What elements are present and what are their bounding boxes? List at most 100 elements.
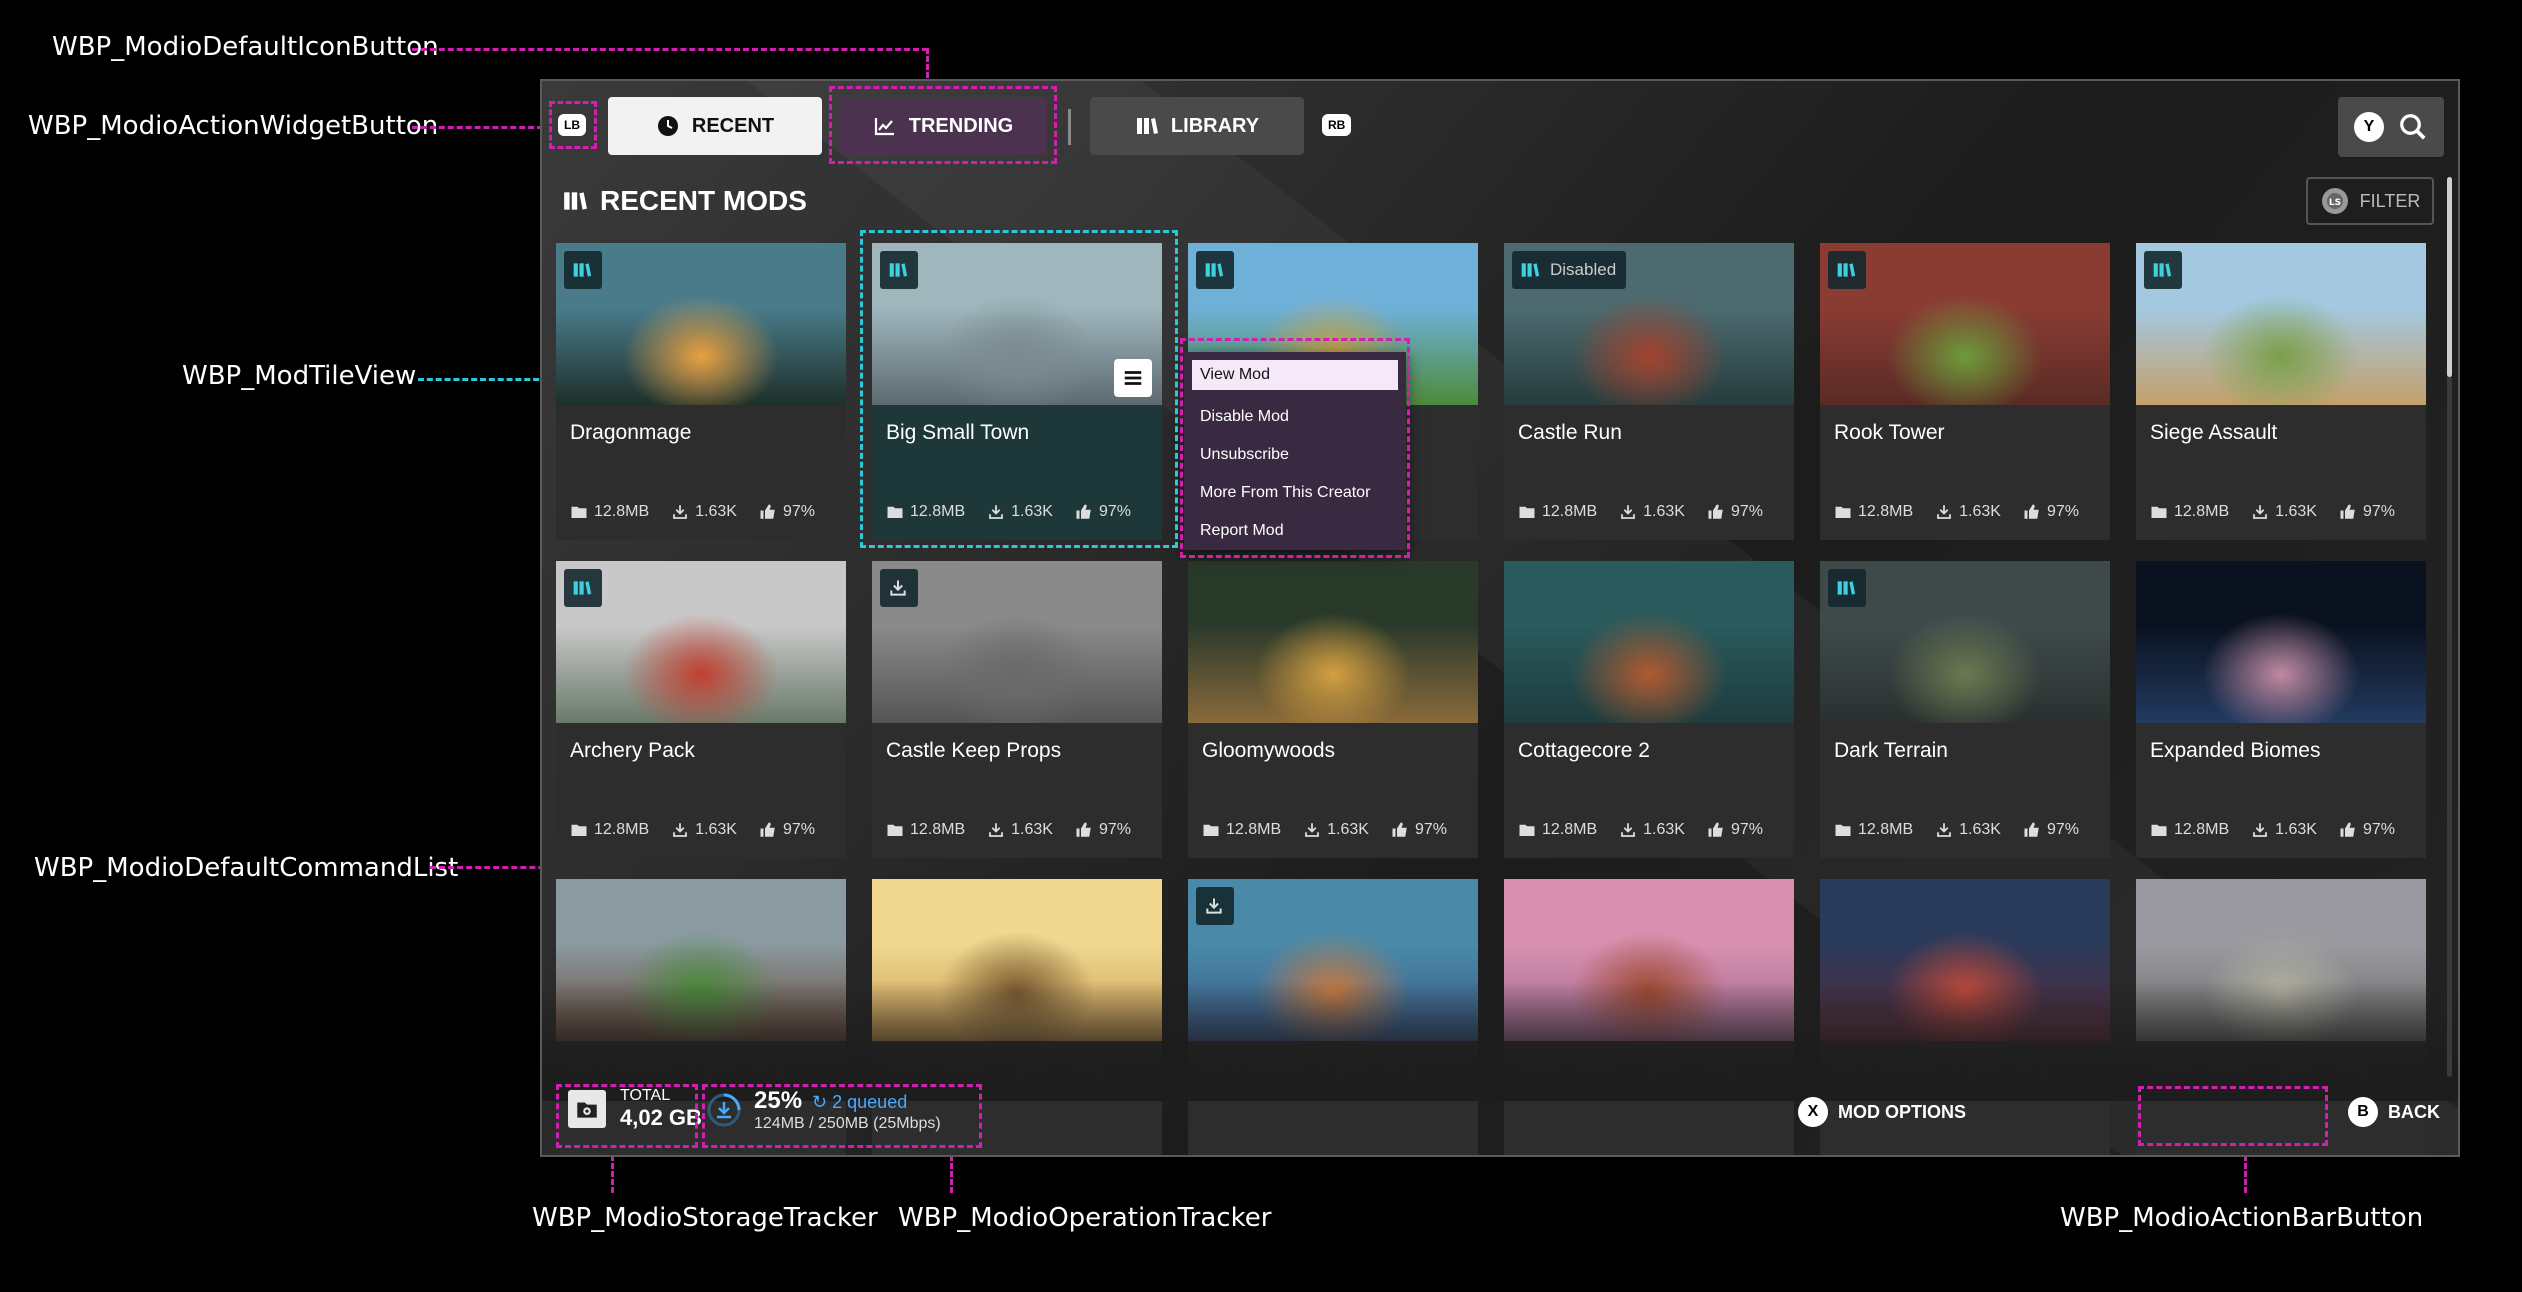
library-badge — [564, 251, 602, 289]
mod-tile[interactable]: Siege Assault 12.8MB 1.63K 97% — [2136, 243, 2426, 540]
mod-tile[interactable]: Disabled Castle Run 12.8MB 1.63K 97% — [1504, 243, 1794, 540]
thumbs-up-icon — [1708, 822, 1723, 837]
storage-label: TOTAL — [620, 1087, 671, 1104]
search-icon — [2400, 114, 2426, 140]
clock-icon — [657, 116, 678, 136]
mod-tile[interactable]: Expanded Biomes 12.8MB 1.63K 97% — [2136, 561, 2426, 858]
anno-command-list: WBP_ModioDefaultCommandList — [34, 853, 459, 883]
back-button[interactable]: B BACK — [2348, 1097, 2440, 1127]
thumbs-up-icon — [2340, 822, 2355, 837]
scrollbar[interactable] — [2447, 177, 2452, 1077]
mod-tile[interactable]: Castle Keep Props 12.8MB 1.63K 97% — [872, 561, 1162, 858]
mod-size-value: 12.8MB — [1542, 821, 1598, 838]
library-badge — [1828, 251, 1866, 289]
ctx-report-mod[interactable]: Report Mod — [1192, 512, 1398, 550]
download-icon — [2253, 505, 2268, 519]
mod-downloads-value: 1.63K — [695, 503, 737, 520]
mod-tile[interactable]: Rook Tower 12.8MB 1.63K 97% — [1820, 243, 2110, 540]
mod-options-button[interactable]: X MOD OPTIONS — [1798, 1097, 1966, 1127]
mod-size: 12.8MB — [1834, 821, 1913, 839]
hamburger-icon — [1124, 371, 1142, 385]
mod-tile[interactable]: Dark Terrain 12.8MB 1.63K 97% — [1820, 561, 2110, 858]
mod-size-value: 12.8MB — [2174, 503, 2230, 520]
lb-button-prompt[interactable]: LB — [558, 114, 586, 136]
filter-button[interactable]: LS FILTER — [2306, 177, 2434, 225]
thumbs-up-icon — [1708, 504, 1723, 519]
folder-icon — [2151, 506, 2167, 518]
mod-stats: 12.8MB 1.63K 97% — [2150, 821, 2395, 839]
mod-name: Siege Assault — [2150, 421, 2278, 444]
mod-stats: 12.8MB 1.63K 97% — [1834, 503, 2079, 521]
download-icon — [989, 823, 1004, 837]
mod-rating: 97% — [759, 503, 815, 521]
b-button-prompt: B — [2348, 1097, 2378, 1127]
thumbs-up-icon — [760, 504, 775, 519]
folder-icon — [1519, 506, 1535, 518]
mod-downloads-value: 1.63K — [1011, 821, 1053, 838]
anno-action-widget-button: WBP_ModioActionWidgetButton — [28, 111, 439, 141]
download-icon — [989, 505, 1004, 519]
operation-tracker: 25% ↻ 2 queued 124MB / 250MB (25Mbps) — [706, 1087, 941, 1133]
tab-library[interactable]: LIBRARY — [1090, 97, 1304, 155]
mod-rating-value: 97% — [1098, 503, 1131, 520]
library-badge — [564, 569, 602, 607]
tab-divider — [1068, 109, 1071, 145]
filter-label: FILTER — [2359, 190, 2421, 211]
mod-name: Dragonmage — [570, 421, 692, 444]
page-title: RECENT MODS — [600, 185, 807, 216]
mod-downloads: 1.63K — [1619, 821, 1685, 839]
mod-name: Castle Run — [1518, 421, 1622, 444]
mod-stats: 12.8MB 1.63K 97% — [570, 503, 815, 521]
mod-rating: 97% — [1075, 503, 1131, 521]
mod-size: 12.8MB — [1518, 503, 1597, 521]
tile-menu-button[interactable] — [1114, 359, 1152, 397]
mod-size-value: 12.8MB — [594, 503, 650, 520]
mod-rating-value: 97% — [782, 503, 815, 520]
tab-trending[interactable]: TRENDING — [839, 97, 1047, 155]
ctx-disable-mod[interactable]: Disable Mod — [1192, 398, 1398, 436]
leader-tile-view — [418, 378, 548, 381]
mod-size: 12.8MB — [1202, 821, 1281, 839]
library-icon — [1136, 118, 1158, 134]
mod-tile[interactable]: Cottagecore 2 12.8MB 1.63K 97% — [1504, 561, 1794, 858]
mod-name: Dark Terrain — [1834, 739, 1948, 762]
mod-tile[interactable]: Gloomywoods 12.8MB 1.63K 97% — [1188, 561, 1478, 858]
folder-icon — [571, 506, 587, 518]
storage-value: 4,02 GB — [620, 1105, 702, 1130]
mod-rating: 97% — [1707, 503, 1763, 521]
library-badge — [880, 251, 918, 289]
tab-trending-label: TRENDING — [908, 114, 1014, 137]
mod-browser-window: LB RECENT TRENDING LIBRARY RB Y RECENT M… — [540, 79, 2460, 1157]
left-stick-icon: LS — [2321, 188, 2348, 214]
tab-recent-label: RECENT — [691, 114, 775, 137]
mod-size-value: 12.8MB — [1542, 503, 1598, 520]
library-icon — [573, 581, 592, 595]
mod-downloads-value: 1.63K — [1643, 503, 1685, 520]
mod-downloads: 1.63K — [987, 503, 1053, 521]
tab-recent[interactable]: RECENT — [608, 97, 822, 155]
ctx-unsubscribe[interactable]: Unsubscribe — [1192, 436, 1398, 474]
download-icon — [1305, 823, 1320, 837]
mod-name: Archery Pack — [570, 739, 695, 762]
mod-size: 12.8MB — [570, 821, 649, 839]
mod-tile[interactable]: Archery Pack 12.8MB 1.63K 97% — [556, 561, 846, 858]
mod-tile[interactable]: Big Small Town 12.8MB 1.63K 97% — [872, 243, 1162, 540]
scrollbar-thumb[interactable] — [2447, 177, 2452, 377]
folder-icon — [1519, 824, 1535, 836]
mod-rating-value: 97% — [1730, 821, 1763, 838]
library-icon — [2153, 263, 2172, 277]
ctx-more-from-creator[interactable]: More From This Creator — [1192, 474, 1398, 512]
search-button[interactable]: Y — [2338, 97, 2444, 157]
mod-downloads: 1.63K — [671, 821, 737, 839]
mod-downloads: 1.63K — [987, 821, 1053, 839]
ctx-view-mod[interactable]: View Mod — [1192, 360, 1398, 390]
mod-rating: 97% — [1391, 821, 1447, 839]
mod-tile[interactable]: Dragonmage 12.8MB 1.63K 97% — [556, 243, 846, 540]
library-icon — [1205, 263, 1224, 277]
operation-queued-text: 2 queued — [832, 1092, 908, 1112]
mod-downloads: 1.63K — [1935, 503, 2001, 521]
download-badge — [1196, 887, 1234, 925]
download-icon — [673, 505, 688, 519]
rb-button-prompt[interactable]: RB — [1322, 114, 1352, 136]
mod-name: Expanded Biomes — [2150, 739, 2321, 762]
